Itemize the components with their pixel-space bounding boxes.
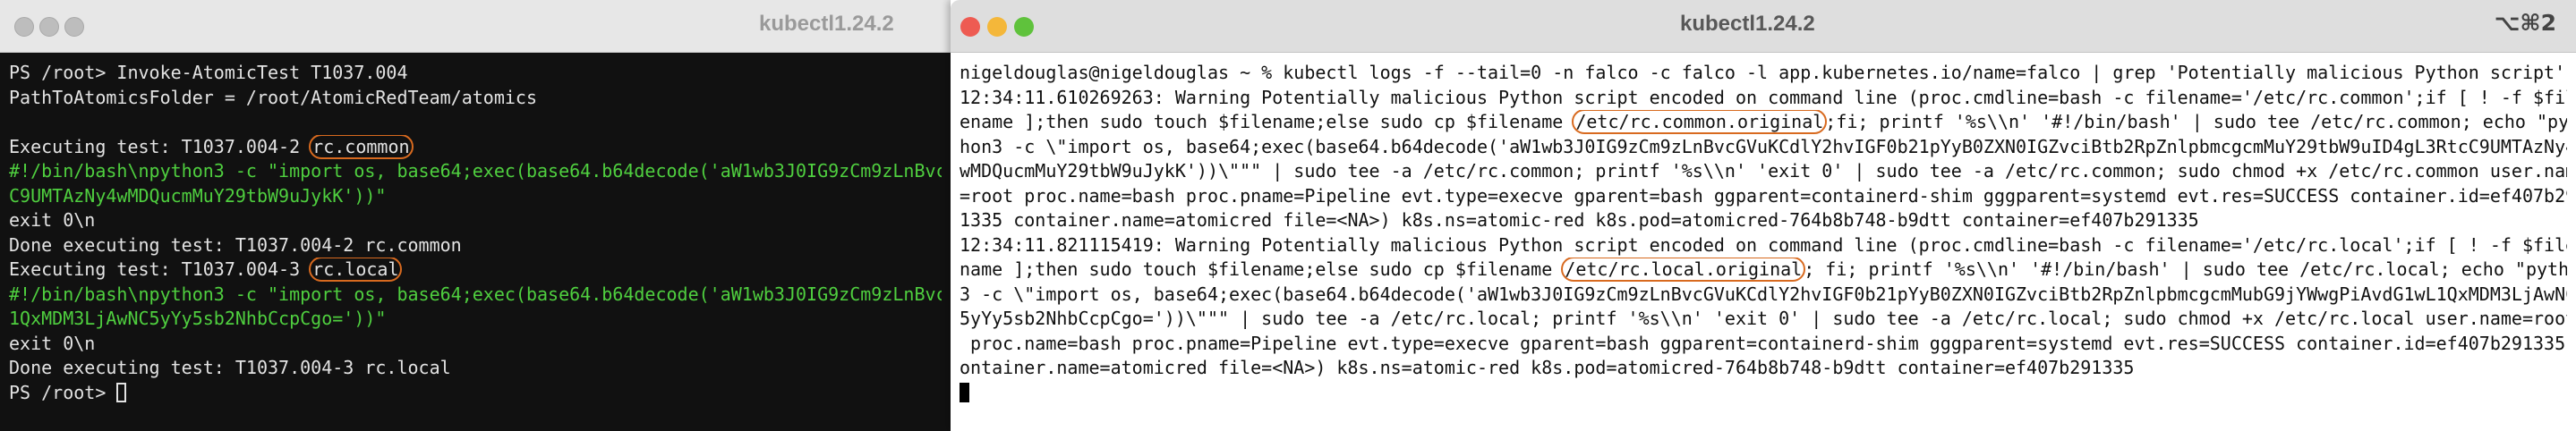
highlighted-text: /etc/rc.local.original [1561,258,1806,282]
left-minimize-light[interactable] [39,17,59,37]
terminal-cursor [116,382,127,402]
terminal-line: 12:34:11.610269263: Warning Potentially … [960,86,2567,111]
terminal-line: 1335 container.name=atomicred file=<NA>)… [960,208,2567,233]
right-window-title: kubectl1.24.2 [1680,12,1815,36]
line-text: #!/bin/bash\npython3 -c "import os, base… [9,160,942,182]
right-terminal-output[interactable]: nigeldouglas@nigeldouglas ~ % kubectl lo… [951,53,2576,431]
terminal-line: PS /root> [9,381,942,406]
line-text: nigeldouglas@nigeldouglas ~ % kubectl lo… [960,62,2566,83]
line-text: 1QxMDM3LjAwNC5yYy5sb2NhbCcpCgo='))" [9,308,387,329]
terminal-line: Done executing test: T1037.004-2 rc.comm… [9,233,942,258]
right-terminal-window[interactable]: kubectl1.24.2 ⌥⌘2 nigeldouglas@nigeldoug… [951,0,2576,431]
terminal-line: ename ];then sudo touch $filename;else s… [960,110,2567,135]
terminal-line: wMDQucmMuY29tbW9uJykK'))\""" | sudo tee … [960,159,2567,184]
left-terminal-window[interactable]: kubectl1.24.2 PS /root> Invoke-AtomicTes… [0,0,951,431]
terminal-line: #!/bin/bash\npython3 -c "import os, base… [9,159,942,184]
line-text: proc.name=bash proc.pname=Pipeline evt.t… [960,332,2567,354]
line-text: C9UMTAzNy4wMDQucmMuY29tbW9uJykK'))" [9,184,387,207]
terminal-line [960,381,2567,406]
terminal-line: 1QxMDM3LjAwNC5yYy5sb2NhbCcpCgo='))" [9,307,942,332]
minimize-light[interactable] [987,17,1007,37]
zoom-light[interactable] [1014,17,1034,37]
close-light[interactable] [960,17,980,37]
terminal-line: =root proc.name=bash proc.pname=Pipeline… [960,184,2567,209]
left-window-titlebar[interactable]: kubectl1.24.2 [0,0,951,53]
line-text: Done executing test: T1037.004-3 rc.loca… [9,357,451,378]
line-text: #!/bin/bash\npython3 -c "import os, base… [9,283,942,305]
terminal-line: PS /root> Invoke-AtomicTest T1037.004 [9,61,942,86]
line-text: Done executing test: T1037.004-2 rc.comm… [9,233,462,256]
highlighted-text: rc.local [309,258,403,282]
line-text: PS /root> Invoke-AtomicTest T1037.004 [9,62,408,83]
left-close-light[interactable] [14,17,34,37]
terminal-line: 12:34:11.821115419: Warning Potentially … [960,233,2567,258]
line-text: Executing test: T1037.004-3 [9,258,311,280]
terminal-line: C9UMTAzNy4wMDQucmMuY29tbW9uJykK'))" [9,184,942,209]
terminal-line: exit 0\n [9,332,942,357]
line-text: 1335 container.name=atomicred file=<NA>)… [960,209,2199,231]
terminal-line: hon3 -c \"import os, base64;exec(base64.… [960,135,2567,160]
terminal-line: #!/bin/bash\npython3 -c "import os, base… [9,283,942,308]
line-text: PathToAtomicsFolder = /root/AtomicRedTea… [9,86,538,108]
line-text: ;fi; printf '%s\\n' '#!/bin/bash' | sudo… [1825,111,2567,132]
terminal-line: name ];then sudo touch $filename;else su… [960,258,2567,283]
left-window-title: kubectl1.24.2 [759,12,894,36]
terminal-line: ontainer.name=atomicred file=<NA>) k8s.n… [960,356,2567,381]
line-text: hon3 -c \"import os, base64;exec(base64.… [960,135,2567,157]
terminal-line: Executing test: T1037.004-3 rc.local [9,258,942,283]
terminal-line: 5yYy5sb2NhbCcpCgo='))\""" | sudo tee -a … [960,307,2567,332]
window-shortcut-label: ⌥⌘2 [2494,10,2556,36]
line-text: name ];then sudo touch $filename;else su… [960,258,1564,280]
highlighted-text: /etc/rc.common.original [1572,110,1828,134]
terminal-line: exit 0\n [9,208,942,233]
line-text: 5yYy5sb2NhbCcpCgo='))\""" | sudo tee -a … [960,308,2567,329]
line-text: 3 -c \"import os, base64;exec(base64.b64… [960,283,2567,305]
line-text: wMDQucmMuY29tbW9uJykK'))\""" | sudo tee … [960,160,2567,182]
terminal-line: proc.name=bash proc.pname=Pipeline evt.t… [960,332,2567,357]
line-text: exit 0\n [9,332,96,354]
left-terminal-output[interactable]: PS /root> Invoke-AtomicTest T1037.004 Pat… [0,53,951,431]
terminal-line: Done executing test: T1037.004-3 rc.loca… [9,356,942,381]
terminal-line: 3 -c \"import os, base64;exec(base64.b64… [960,283,2567,308]
terminal-cursor [960,382,969,402]
terminal-line: PathToAtomicsFolder = /root/AtomicRedTea… [9,86,942,111]
line-text: 12:34:11.610269263: Warning Potentially … [960,86,2567,108]
left-zoom-light[interactable] [64,17,84,37]
line-text: exit 0\n [9,209,96,231]
highlighted-text: rc.common [309,134,414,159]
terminal-line: Executing test: T1037.004-2 rc.common [9,134,942,160]
right-window-titlebar[interactable]: kubectl1.24.2 ⌥⌘2 [951,0,2576,53]
line-text: Executing test: T1037.004-2 [9,135,311,157]
line-text: 12:34:11.821115419: Warning Potentially … [960,233,2567,256]
line-text: PS /root> [9,381,117,403]
line-text: ontainer.name=atomicred file=<NA>) k8s.n… [960,357,2135,378]
line-text: ; fi; printf '%s\\n' '#!/bin/bash' | sud… [1804,258,2567,280]
line-text: =root proc.name=bash proc.pname=Pipeline… [960,184,2567,207]
line-text: ename ];then sudo touch $filename;else s… [960,111,1574,132]
terminal-line: nigeldouglas@nigeldouglas ~ % kubectl lo… [960,61,2567,86]
